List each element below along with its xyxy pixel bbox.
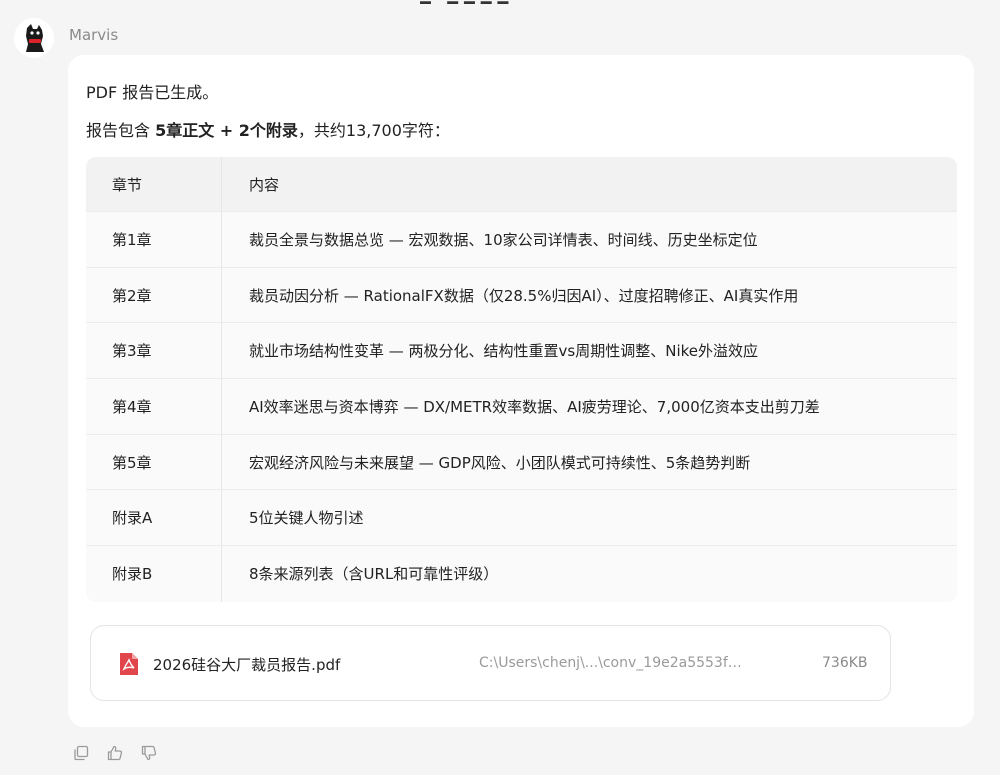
clipped-header-text: ▂ ▂▂▂▂ ▂▂▂▂	[420, 0, 580, 4]
chapter-cell: 第3章	[86, 323, 222, 379]
message-status-text: PDF 报告已生成。	[86, 83, 219, 102]
chat-page: ▂ ▂▂▂▂ ▂▂▂▂ Marvis PDF 报告已生成。 报告包含 5章正文 …	[0, 0, 1000, 775]
chapter-cell: 附录B	[86, 546, 222, 602]
file-size: 736KB	[822, 655, 868, 671]
chapter-table: 章节 内容 第1章 裁员全景与数据总览 — 宏观数据、10家公司详情表、时间线、…	[86, 157, 957, 602]
sender-name: Marvis	[69, 26, 119, 44]
like-button[interactable]	[106, 744, 124, 762]
table-header-row: 章节 内容	[86, 157, 957, 212]
thumbs-down-icon	[141, 745, 157, 761]
content-cell: 5位关键人物引述	[249, 509, 364, 528]
table-row: 第1章 裁员全景与数据总览 — 宏观数据、10家公司详情表、时间线、历史坐标定位	[86, 212, 957, 268]
chapter-cell: 第2章	[86, 267, 222, 323]
content-cell: AI效率迷思与资本博弈 — DX/METR效率数据、AI疲劳理论、7,000亿资…	[249, 397, 820, 416]
thumbs-up-icon	[107, 745, 123, 761]
table-row: 附录B 8条来源列表（含URL和可靠性评级）	[86, 546, 957, 602]
content-cell: 裁员全景与数据总览 — 宏观数据、10家公司详情表、时间线、历史坐标定位	[249, 230, 758, 249]
assistant-avatar-icon	[26, 24, 44, 52]
chapter-cell: 第5章	[86, 434, 222, 490]
table-row: 第3章 就业市场结构性变革 — 两极分化、结构性重置vs周期性调整、Nike外溢…	[86, 323, 957, 380]
summary-suffix: ，共约13,700字符：	[297, 121, 450, 140]
header-content: 内容	[249, 175, 280, 194]
table-row: 第5章 宏观经济风险与未来展望 — GDP风险、小团队模式可持续性、5条趋势判断	[86, 434, 957, 491]
summary-prefix: 报告包含	[86, 121, 156, 140]
content-cell: 就业市场结构性变革 — 两极分化、结构性重置vs周期性调整、Nike外溢效应	[249, 342, 758, 361]
chapter-cell: 附录A	[86, 490, 222, 546]
file-attachment-card[interactable]: 2026硅谷大厂裁员报告.pdf C:\Users\chenj\...\conv…	[90, 625, 891, 701]
content-cell: 8条来源列表（含URL和可靠性评级）	[249, 565, 499, 584]
copy-button[interactable]	[72, 744, 90, 762]
file-name: 2026硅谷大厂裁员报告.pdf	[153, 656, 341, 674]
message-actions	[72, 744, 158, 762]
avatar[interactable]	[14, 18, 54, 58]
file-path: C:\Users\chenj\...\conv_19e2a5553f…	[479, 655, 742, 671]
message-summary-text: 报告包含 5章正文 + 2个附录，共约13,700字符：	[86, 117, 450, 141]
pdf-file-icon	[120, 653, 138, 675]
table-row: 第4章 AI效率迷思与资本博弈 — DX/METR效率数据、AI疲劳理论、7,0…	[86, 379, 957, 435]
summary-bold: 5章正文 + 2个附录	[155, 121, 298, 140]
assistant-message: PDF 报告已生成。 报告包含 5章正文 + 2个附录，共约13,700字符： …	[68, 55, 974, 727]
copy-icon	[74, 745, 89, 761]
content-cell: 宏观经济风险与未来展望 — GDP风险、小团队模式可持续性、5条趋势判断	[249, 453, 751, 472]
header-chapter: 章节	[86, 157, 222, 211]
chapter-cell: 第4章	[86, 379, 222, 434]
table-row: 附录A 5位关键人物引述	[86, 490, 957, 547]
dislike-button[interactable]	[140, 744, 158, 762]
content-cell: 裁员动因分析 — RationalFX数据（仅28.5%归因AI）、过度招聘修正…	[249, 286, 799, 305]
table-row: 第2章 裁员动因分析 — RationalFX数据（仅28.5%归因AI）、过度…	[86, 267, 957, 324]
chapter-cell: 第1章	[86, 212, 222, 267]
